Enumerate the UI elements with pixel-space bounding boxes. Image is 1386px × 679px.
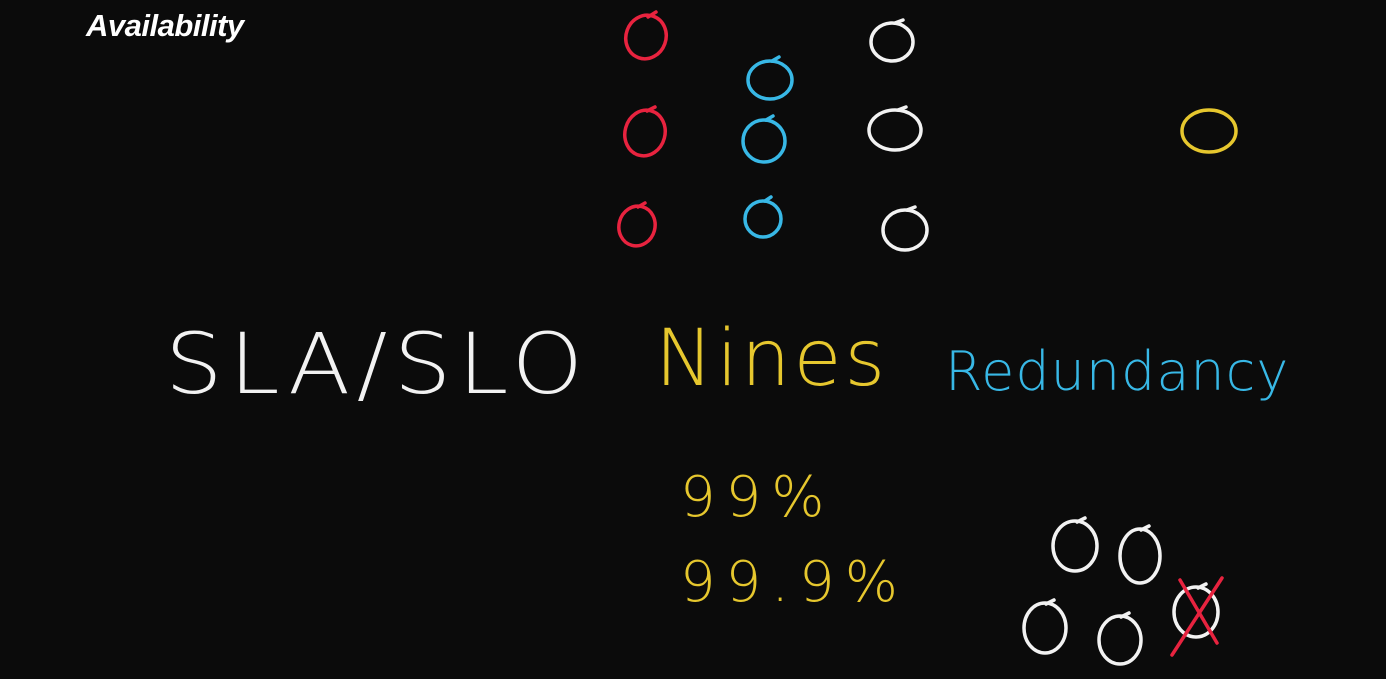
red-node-column xyxy=(617,10,668,248)
yellow-node xyxy=(1180,108,1238,154)
blue-node-tick xyxy=(764,114,775,122)
white-node xyxy=(1051,519,1099,573)
red-node xyxy=(617,204,657,248)
nines-example-99: 99% xyxy=(680,465,835,530)
white-node xyxy=(881,208,929,252)
red-node xyxy=(624,13,668,61)
white-node-tick xyxy=(893,18,905,25)
white-node xyxy=(1118,527,1162,585)
whiteboard-canvas: Availability SLA/SLO Nines Redundancy 99… xyxy=(0,0,1386,679)
sla-slo-label: SLA/SLO xyxy=(165,315,590,413)
blue-node xyxy=(743,199,783,239)
white-node xyxy=(1097,614,1143,666)
nines-example-99-9: 99.9% xyxy=(680,550,908,615)
white-node-column xyxy=(867,18,929,252)
nines-label: Nines xyxy=(655,314,889,404)
white-node xyxy=(1022,601,1068,655)
blue-node xyxy=(741,118,787,164)
white-node-tick xyxy=(905,205,917,212)
redundancy-node-cluster xyxy=(1022,516,1224,666)
failure-cross-icon xyxy=(1170,576,1224,657)
blue-node-column xyxy=(741,55,794,239)
white-node xyxy=(869,21,915,63)
red-node xyxy=(623,108,667,158)
white-node-tick xyxy=(896,105,908,112)
blue-node xyxy=(746,59,794,101)
blue-node-tick xyxy=(763,195,773,203)
white-node xyxy=(867,108,923,152)
redundancy-label: Redundancy xyxy=(945,340,1290,403)
